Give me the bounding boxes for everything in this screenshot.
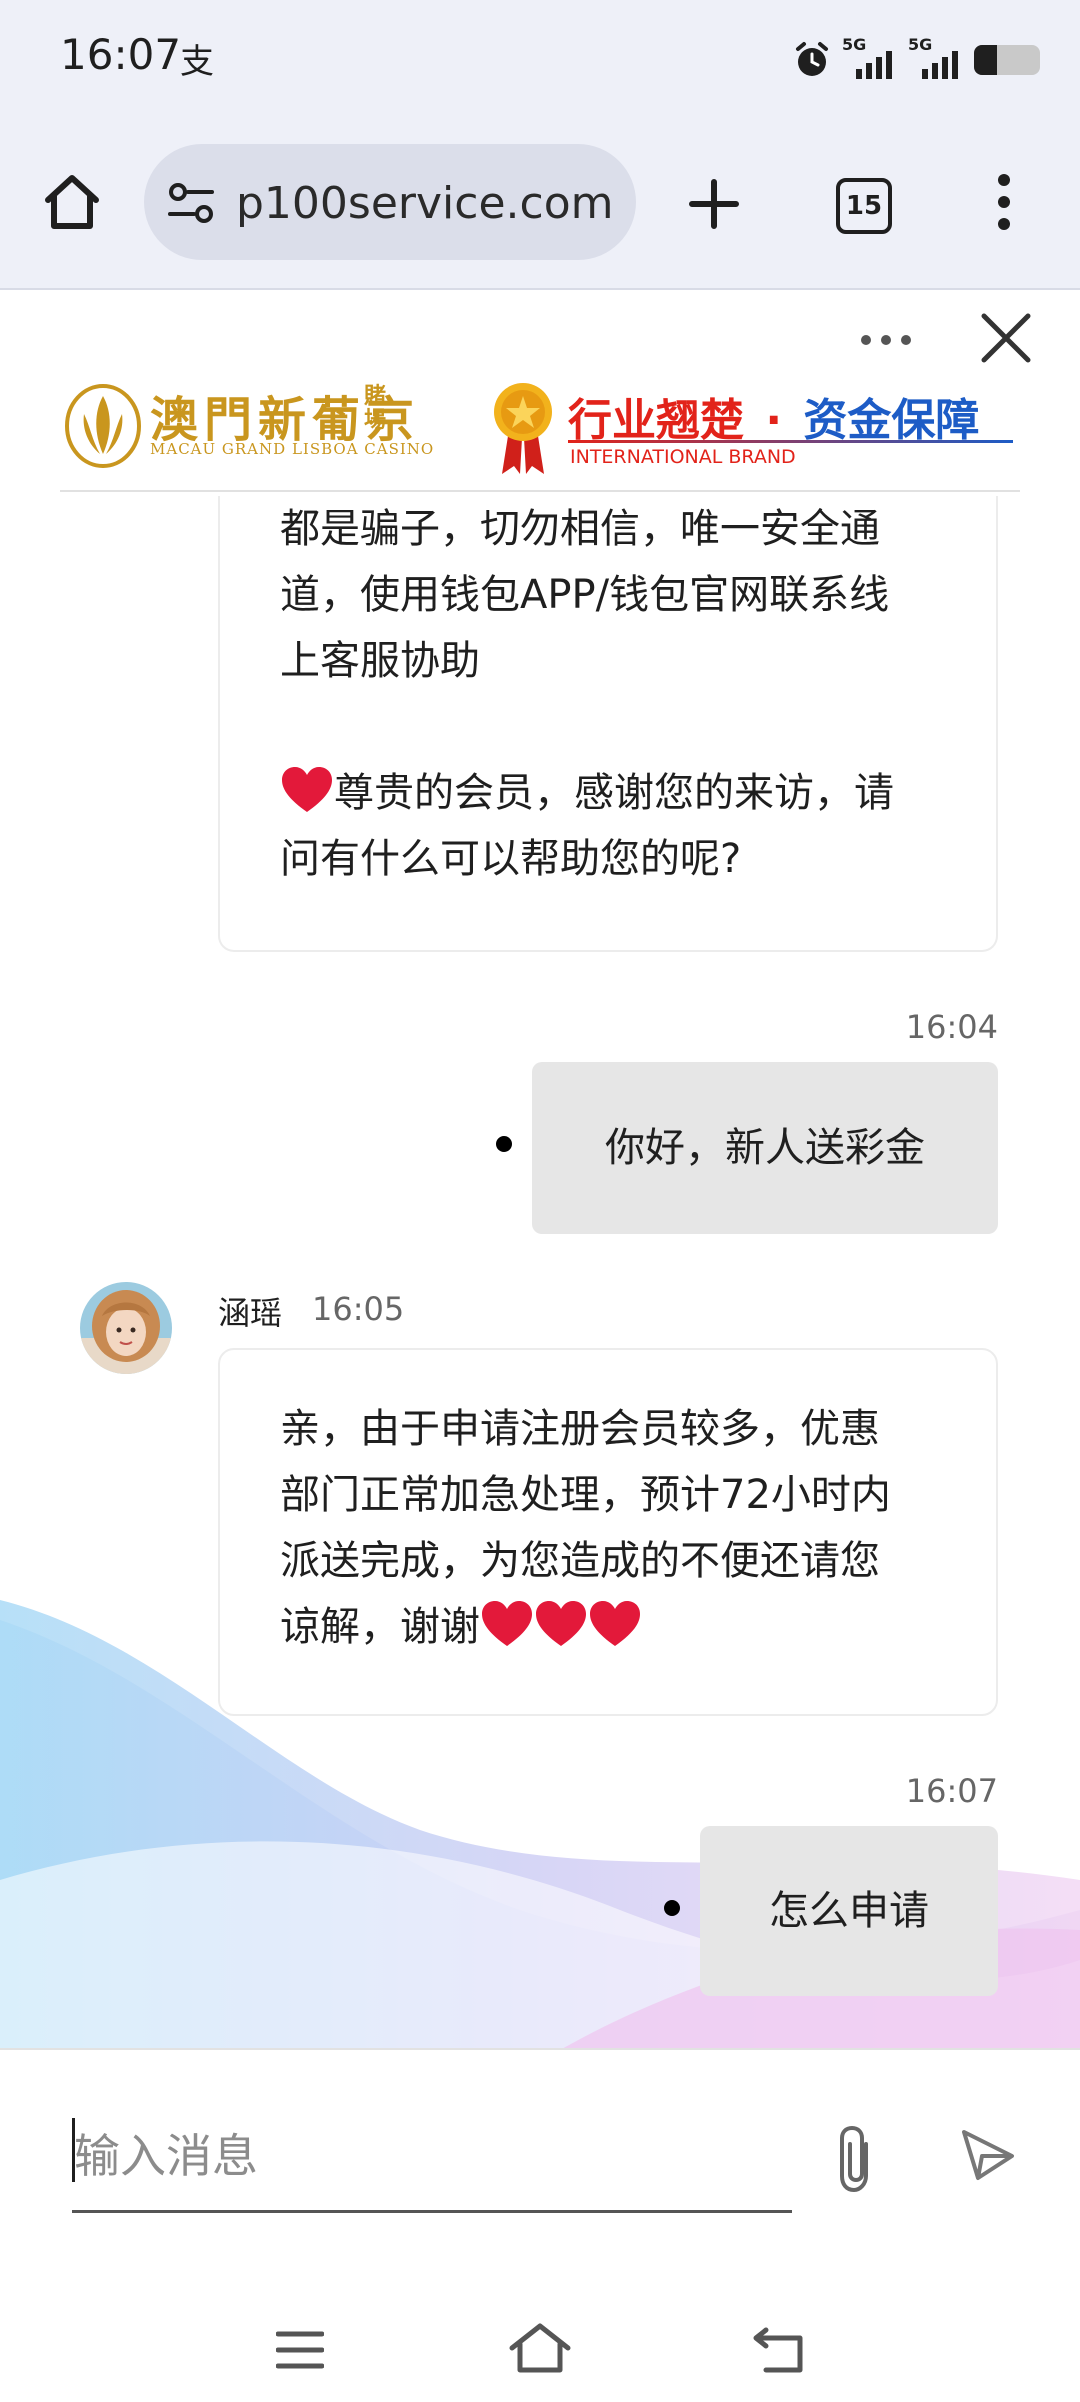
message-bubble-outgoing[interactable]: 你好，新人送彩金: [532, 1062, 998, 1234]
message-text: 怎么申请: [769, 1888, 929, 1934]
message-composer: [0, 2048, 1080, 2402]
message-timestamp: 16:05: [312, 1290, 405, 1328]
agent-avatar: [80, 1282, 172, 1374]
signal-icon: 5G: [842, 35, 898, 85]
brand-right-subtitle: INTERNATIONAL BRAND: [570, 446, 796, 468]
message-line: 问有什么可以帮助您的呢?: [280, 836, 742, 882]
message-line: 派送完成，为您造成的不便还请您: [280, 1538, 880, 1584]
message-line: 谅解，谢谢: [280, 1604, 480, 1650]
url-bar[interactable]: p100service.com: [144, 144, 636, 260]
message-input[interactable]: [72, 2110, 796, 2202]
new-tab-icon[interactable]: [686, 176, 742, 232]
message-bubble-incoming: 都是骗子，切勿相信，唯一安全通 道，使用钱包APP/钱包官网联系线 上客服协助 …: [218, 496, 998, 952]
heart-icon: [282, 767, 332, 812]
message-line: 亲，由于申请注册会员较多，优惠: [280, 1406, 880, 1452]
signal-icon-2: 5G: [908, 35, 964, 85]
alipay-icon: 支: [180, 42, 214, 82]
message-text: 你好，新人送彩金: [605, 1125, 925, 1171]
home-icon[interactable]: [40, 170, 104, 234]
message-status-dot: [664, 1900, 680, 1916]
more-options-icon[interactable]: [858, 330, 914, 350]
message-line: 尊贵的会员，感谢您的来访，请: [334, 770, 894, 816]
header-divider: [60, 490, 1020, 492]
text-caret: [72, 2118, 75, 2182]
message-timestamp: 16:07: [905, 1772, 998, 1810]
message-line: 道，使用钱包APP/钱包官网联系线: [280, 572, 890, 618]
tabs-icon[interactable]: 15: [836, 178, 892, 234]
status-time: 16:07: [60, 30, 182, 79]
home-icon[interactable]: [508, 2322, 572, 2374]
status-bar: 16:07 支 5G 5G: [0, 0, 1080, 120]
back-icon[interactable]: [752, 2326, 806, 2374]
input-underline: [72, 2210, 792, 2213]
heart-icon: [590, 1601, 640, 1646]
menu-icon[interactable]: [276, 2330, 324, 2370]
message-line: 都是骗子，切勿相信，唯一安全通: [280, 506, 880, 552]
brand-left-title-small: 賭場: [364, 383, 387, 433]
attachment-icon[interactable]: [832, 2124, 880, 2194]
message-bubble-outgoing[interactable]: 怎么申请: [700, 1826, 998, 1996]
message-bubble-incoming: 亲，由于申请注册会员较多，优惠 部门正常加急处理，预计72小时内 派送完成，为您…: [218, 1348, 998, 1716]
message-line: 上客服协助: [280, 638, 480, 684]
send-icon[interactable]: [958, 2126, 1018, 2186]
message-line: 部门正常加急处理，预计72小时内: [280, 1472, 891, 1518]
brand-right-underline: [568, 440, 1013, 443]
alarm-icon: [796, 42, 828, 76]
browser-toolbar: p100service.com 15: [0, 120, 1080, 290]
message-status-dot: [496, 1136, 512, 1152]
medal-icon: [494, 383, 552, 474]
agent-name: 涵瑶: [218, 1294, 283, 1332]
message-timestamp: 16:04: [905, 1008, 998, 1046]
brand-left-subtitle: MACAU GRAND LISBOA CASINO: [150, 440, 435, 458]
overflow-menu-icon[interactable]: [990, 170, 1018, 234]
battery-icon: [974, 45, 1040, 75]
brand-right-slogan: 行业翘楚 · 资金保障: [568, 395, 980, 446]
site-settings-icon[interactable]: [166, 180, 216, 226]
status-icons: 5G 5G: [792, 30, 1040, 90]
grand-lisboa-logo: [65, 384, 141, 468]
heart-icon: [536, 1601, 586, 1646]
heart-icon: [482, 1601, 532, 1646]
close-icon[interactable]: [978, 310, 1034, 366]
chat-header: 澳門新葡京 賭場 MACAU GRAND LISBOA CASINO 行业翘楚 …: [0, 290, 1080, 490]
url-text[interactable]: p100service.com: [236, 178, 613, 229]
